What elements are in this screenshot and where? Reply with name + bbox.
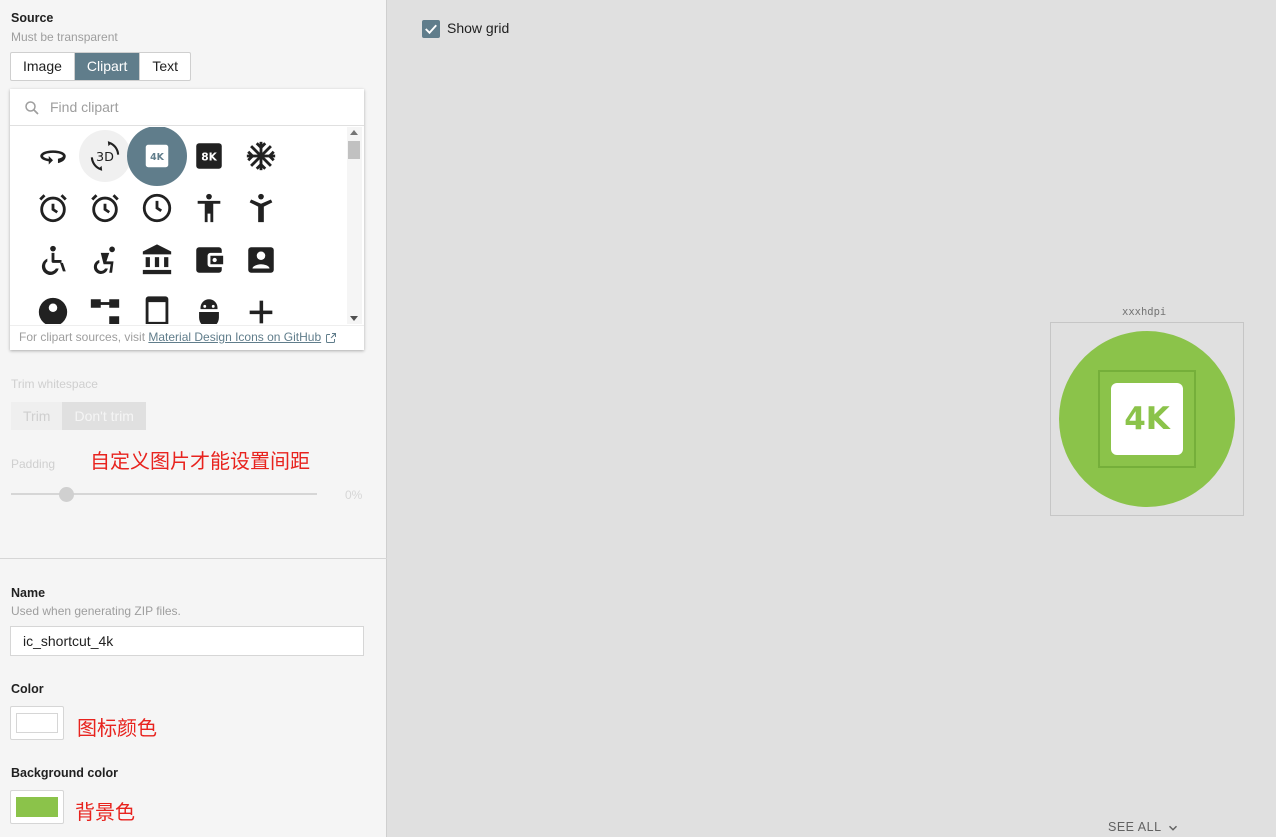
padding-label: Padding <box>11 457 56 471</box>
name-label: Name <box>11 586 46 600</box>
clipart-item-8k-icon[interactable]: 8K <box>183 130 235 182</box>
8k-icon: 8K <box>196 143 222 169</box>
clipart-grid: 3D 4K 8K <box>10 127 345 324</box>
clipart-item-3d-rotation-icon[interactable]: 3D <box>79 130 131 182</box>
access-alarms-icon <box>91 194 119 223</box>
account-box-icon <box>248 247 274 273</box>
trim-whitespace-label: Trim whitespace <box>11 377 98 391</box>
chevron-down-icon <box>1168 825 1177 831</box>
clipart-item-ac-unit-icon[interactable] <box>235 130 287 182</box>
background-color-button[interactable] <box>10 790 64 824</box>
ad-units-icon <box>145 296 169 324</box>
clipart-scrollbar[interactable] <box>347 127 362 324</box>
see-all-button[interactable]: SEE ALL <box>1108 820 1180 835</box>
preview-4k-icon: 4K <box>1111 383 1183 455</box>
preview-icon-text: 4K <box>1124 401 1170 437</box>
open-in-new-icon[interactable] <box>325 332 337 344</box>
accessible-icon <box>41 245 66 276</box>
clipart-item-access-alarms-icon[interactable] <box>79 182 131 234</box>
adb-icon <box>199 299 219 324</box>
clipart-footer: For clipart sources, visit Material Desi… <box>10 325 364 350</box>
source-label: Source <box>11 11 54 25</box>
clipart-item-access-time-icon[interactable] <box>131 182 183 234</box>
background-color-swatch <box>16 797 58 817</box>
source-hint: Must be transparent <box>11 30 118 44</box>
padding-slider-thumb[interactable] <box>59 487 74 502</box>
trim-option-trim[interactable]: Trim <box>11 402 63 430</box>
icon-preview-frame: 4K <box>1050 322 1244 516</box>
access-alarm-icon <box>39 194 67 223</box>
clipart-search-bar <box>10 89 364 126</box>
clipart-item-account-balance-wallet-icon[interactable] <box>183 234 235 286</box>
trim-option-dont-trim[interactable]: Don't trim <box>62 402 146 430</box>
clipart-item-account-tree-icon[interactable] <box>79 286 131 324</box>
clipart-item-add-icon[interactable] <box>235 286 287 324</box>
background-annotation: 背景色 <box>75 800 135 824</box>
background-color-label: Background color <box>11 766 118 780</box>
scroll-up-arrow-icon[interactable] <box>350 130 358 135</box>
color-annotation: 图标颜色 <box>77 716 157 740</box>
source-toggle: Image Clipart Text <box>10 52 192 81</box>
icon-background-circle: 4K <box>1059 331 1235 507</box>
3d-rotation-icon: 3D <box>90 141 120 171</box>
padding-slider-track[interactable] <box>11 493 317 495</box>
show-grid-checkbox[interactable] <box>422 20 440 38</box>
scroll-down-arrow-icon[interactable] <box>350 316 358 321</box>
ac-unit-icon <box>246 141 276 171</box>
clipart-item-360-icon[interactable] <box>27 130 79 182</box>
section-divider <box>0 558 387 559</box>
scroll-thumb[interactable] <box>348 141 360 159</box>
source-option-clipart[interactable]: Clipart <box>74 53 141 80</box>
clipart-item-adb-icon[interactable] <box>183 286 235 324</box>
icon-color-swatch <box>16 713 58 733</box>
clipart-item-ad-units-icon[interactable] <box>131 286 183 324</box>
accessibility-icon <box>197 193 221 223</box>
clipart-item-accessible-icon[interactable] <box>27 234 79 286</box>
svg-text:3D: 3D <box>96 150 114 165</box>
add-icon <box>249 300 273 324</box>
clipart-item-accessible-forward-icon[interactable] <box>79 234 131 286</box>
4k-icon: 4K <box>145 144 169 168</box>
svg-text:8K: 8K <box>201 150 217 163</box>
access-time-icon <box>142 193 172 223</box>
name-hint: Used when generating ZIP files. <box>11 604 181 618</box>
clipart-footer-text: For clipart sources, visit <box>19 330 146 344</box>
name-input[interactable] <box>10 626 364 656</box>
padding-annotation: 自定义图片才能设置间距 <box>90 449 310 473</box>
svg-text:4K: 4K <box>150 152 165 163</box>
density-label: xxxhdpi <box>1122 306 1167 318</box>
clipart-item-accessibility-new-icon[interactable] <box>235 182 287 234</box>
source-option-text[interactable]: Text <box>140 53 190 80</box>
accessibility-new-icon <box>249 193 273 223</box>
clipart-item-access-alarm-icon[interactable] <box>27 182 79 234</box>
account-balance-icon <box>142 244 172 275</box>
see-all-label: SEE ALL <box>1108 820 1162 834</box>
accessible-forward-icon <box>93 246 115 274</box>
clipart-item-accessibility-icon[interactable] <box>183 182 235 234</box>
clipart-picker: 3D 4K 8K <box>10 89 364 350</box>
account-balance-wallet-icon <box>196 247 224 273</box>
material-icons-github-link[interactable]: Material Design Icons on GitHub <box>148 330 321 344</box>
check-icon <box>425 24 437 35</box>
clipart-search-input[interactable] <box>50 96 350 118</box>
clipart-item-account-circle-icon[interactable] <box>27 286 79 324</box>
360-icon <box>40 150 66 165</box>
source-option-image[interactable]: Image <box>11 53 75 80</box>
clipart-item-account-box-icon[interactable] <box>235 234 287 286</box>
account-tree-icon <box>90 299 120 324</box>
color-label: Color <box>11 682 44 696</box>
account-circle-icon <box>38 297 68 324</box>
show-grid-label[interactable]: Show grid <box>447 20 509 36</box>
search-icon <box>25 101 39 115</box>
clipart-item-account-balance-icon[interactable] <box>131 234 183 286</box>
clipart-item-4k-icon[interactable]: 4K <box>127 127 187 186</box>
padding-value: 0% <box>345 488 363 502</box>
settings-sidebar: Source Must be transparent Image Clipart… <box>0 0 387 837</box>
preview-area: Show grid xxxhdpi 4K SEE ALL <box>388 0 1276 837</box>
icon-color-button[interactable] <box>10 706 64 740</box>
trim-toggle: Trim Don't trim <box>11 402 146 430</box>
